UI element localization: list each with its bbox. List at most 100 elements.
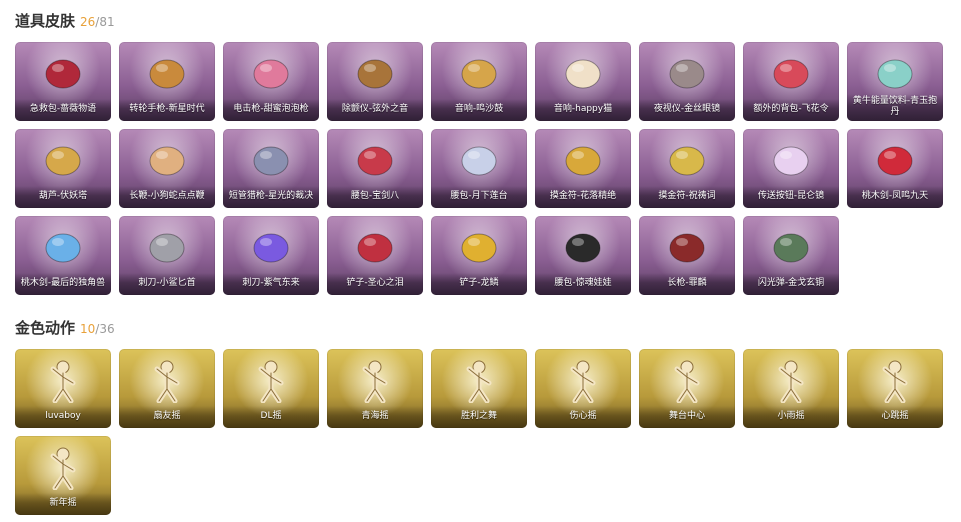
- section-title: 道具皮肤 26/81: [15, 12, 115, 31]
- scepter-icon: [351, 224, 399, 270]
- card-label: 音响-鸣沙鼓: [431, 99, 527, 121]
- card-label: 桃木剑-最后的独角兽: [15, 273, 111, 295]
- drum-icon: [455, 50, 503, 96]
- skin-card[interactable]: 音响-鸣沙鼓: [431, 42, 527, 121]
- card-label: 腰包-宝剑八: [327, 186, 423, 208]
- shotgun-icon: [247, 137, 295, 183]
- section-count: 26/81: [80, 15, 115, 29]
- cat-icon: [559, 50, 607, 96]
- card-label: 小雨摇: [743, 406, 839, 428]
- card-label: 摸金符-祝祷词: [639, 186, 735, 208]
- owned-count: 26: [80, 15, 96, 29]
- skin-card[interactable]: 闪光弹-金戈玄铜: [743, 216, 839, 295]
- lotus-staff-icon: [455, 137, 503, 183]
- dance-pose-icon: [39, 444, 87, 491]
- amulet-icon: [559, 137, 607, 183]
- section-title-text: 金色动作: [15, 319, 76, 337]
- emote-card[interactable]: 青海摇: [327, 349, 423, 428]
- card-label: 铲子-龙鳞: [431, 273, 527, 295]
- unicorn-sword-icon: [39, 224, 87, 270]
- section-count: 10/36: [80, 322, 115, 336]
- emote-card[interactable]: 心跳摇: [847, 349, 943, 428]
- revolver-icon: [143, 50, 191, 96]
- dance-pose-icon: [767, 357, 815, 404]
- gold-emote-grid: luvaboy 扇友摇 DL摇 青海摇 胜利之舞 伤心摇 舞台中心 小雨摇 心跳摇新年摇: [15, 349, 945, 515]
- dance-pose-icon: [871, 357, 919, 404]
- stun-gun-icon: [247, 50, 295, 96]
- card-label: 铲子-圣心之泪: [327, 273, 423, 295]
- card-label: 音响-happy猫: [535, 99, 631, 121]
- skin-card[interactable]: 长鞭-小狗蛇点点鞭: [119, 129, 215, 208]
- skin-card[interactable]: 葫芦-伏妖塔: [15, 129, 111, 208]
- emote-card[interactable]: 扇友摇: [119, 349, 215, 428]
- card-label: 腰包-惊魂娃娃: [535, 273, 631, 295]
- card-label: 胜利之舞: [431, 406, 527, 428]
- card-label: luvaboy: [15, 406, 111, 428]
- skin-card[interactable]: 短管猎枪-星光的裁决: [223, 129, 319, 208]
- card-label: 舞台中心: [639, 406, 735, 428]
- emote-card[interactable]: luvaboy: [15, 349, 111, 428]
- card-label: 短管猎枪-星光的裁决: [223, 186, 319, 208]
- card-label: 转轮手枪-新星时代: [119, 99, 215, 121]
- grenade-icon: [767, 224, 815, 270]
- skin-card[interactable]: 音响-happy猫: [535, 42, 631, 121]
- medkit-icon: [39, 50, 87, 96]
- skin-card[interactable]: 急救包-蔷薇物语: [15, 42, 111, 121]
- skin-card[interactable]: 摸金符-花落精绝: [535, 129, 631, 208]
- prop-skin-grid: 急救包-蔷薇物语 转轮手枪-新星时代 电击枪-甜蜜泡泡枪 除颤仪-弦外之音 音响-鸣沙鼓…: [15, 42, 945, 295]
- skin-card[interactable]: 转轮手枪-新星时代: [119, 42, 215, 121]
- skin-card[interactable]: 桃木剑-凤鸣九天: [847, 129, 943, 208]
- section-title-text: 道具皮肤: [15, 12, 76, 30]
- heart-badge-icon: [351, 137, 399, 183]
- puppy-icon: [143, 137, 191, 183]
- card-label: 急救包-蔷薇物语: [15, 99, 111, 121]
- red-sword-icon: [871, 137, 919, 183]
- dance-pose-icon: [39, 357, 87, 404]
- skin-card[interactable]: 摸金符-祝祷词: [639, 129, 735, 208]
- card-label: DL摇: [223, 406, 319, 428]
- emote-card[interactable]: 新年摇: [15, 436, 111, 515]
- card-label: 葫芦-伏妖塔: [15, 186, 111, 208]
- card-label: 刺刀-紫气东来: [223, 273, 319, 295]
- card-label: 伤心摇: [535, 406, 631, 428]
- skin-card[interactable]: 电击枪-甜蜜泡泡枪: [223, 42, 319, 121]
- card-label: 腰包-月下莲台: [431, 186, 527, 208]
- skin-card[interactable]: 刺刀-紫气东来: [223, 216, 319, 295]
- skin-card[interactable]: 长枪-罪麟: [639, 216, 735, 295]
- skin-card[interactable]: 腰包-月下莲台: [431, 129, 527, 208]
- skin-card[interactable]: 桃木剑-最后的独角兽: [15, 216, 111, 295]
- skin-card[interactable]: 黄牛能量饮料-青玉抱丹: [847, 42, 943, 121]
- glasses-icon: [663, 50, 711, 96]
- emote-card[interactable]: 伤心摇: [535, 349, 631, 428]
- skin-card[interactable]: 腰包-宝剑八: [327, 129, 423, 208]
- emote-card[interactable]: 舞台中心: [639, 349, 735, 428]
- skin-card[interactable]: 刺刀-小鲨匕首: [119, 216, 215, 295]
- card-label: 刺刀-小鲨匕首: [119, 273, 215, 295]
- spear-icon: [663, 224, 711, 270]
- lute-icon: [351, 50, 399, 96]
- mirror-icon: [767, 137, 815, 183]
- cross-amulet-icon: [663, 137, 711, 183]
- emote-card[interactable]: 胜利之舞: [431, 349, 527, 428]
- skin-card[interactable]: 除颤仪-弦外之音: [327, 42, 423, 121]
- emote-card[interactable]: 小雨摇: [743, 349, 839, 428]
- skin-card[interactable]: 额外的背包-飞花令: [743, 42, 839, 121]
- skin-card[interactable]: 铲子-圣心之泪: [327, 216, 423, 295]
- card-label: 夜视仪-金丝眼镜: [639, 99, 735, 121]
- skin-card[interactable]: 腰包-惊魂娃娃: [535, 216, 631, 295]
- card-label: 青海摇: [327, 406, 423, 428]
- skin-card[interactable]: 传送按钮-昆仑镜: [743, 129, 839, 208]
- card-label: 额外的背包-飞花令: [743, 99, 839, 121]
- skin-card[interactable]: 铲子-龙鳞: [431, 216, 527, 295]
- dance-pose-icon: [247, 357, 295, 404]
- card-label: 闪光弹-金戈玄铜: [743, 273, 839, 295]
- skin-card[interactable]: 夜视仪-金丝眼镜: [639, 42, 735, 121]
- card-label: 黄牛能量饮料-青玉抱丹: [847, 94, 943, 121]
- card-label: 桃木剑-凤鸣九天: [847, 186, 943, 208]
- card-label: 新年摇: [15, 493, 111, 515]
- golden-shovel-icon: [455, 224, 503, 270]
- pagoda-icon: [39, 137, 87, 183]
- shark-dagger-icon: [143, 224, 191, 270]
- emote-card[interactable]: DL摇: [223, 349, 319, 428]
- total-count: /36: [95, 322, 115, 336]
